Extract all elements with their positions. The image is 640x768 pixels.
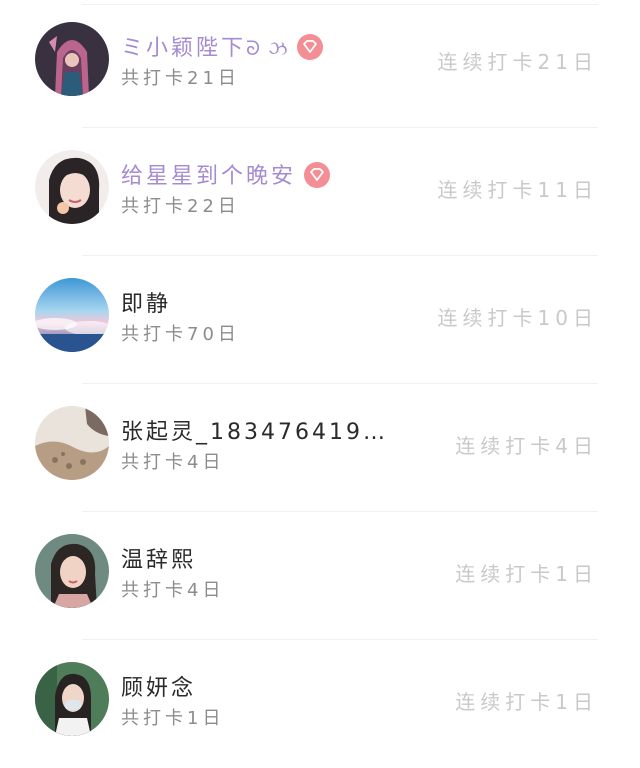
streak-checkins: 连续打卡1日	[455, 690, 598, 714]
avatar-image	[35, 278, 109, 352]
total-checkins: 共打卡1日	[121, 708, 225, 729]
total-checkins: 共打卡4日	[121, 452, 225, 473]
user-name[interactable]: ミ小颖陛下ᘐ ઝ	[121, 30, 323, 62]
list-item[interactable]: 即静 共打卡70日 连续打卡10日	[0, 256, 640, 384]
user-name[interactable]: 张起灵_183476419…	[121, 414, 388, 446]
streak-checkins: 连续打卡21日	[437, 50, 598, 74]
diamond-icon	[296, 34, 323, 60]
avatar[interactable]	[35, 662, 109, 736]
list-item[interactable]: 给星星到个晚安 共打卡22日 连续打卡11日	[0, 128, 640, 256]
avatar-image	[35, 662, 109, 736]
user-name[interactable]: 顾妍念	[121, 670, 196, 702]
avatar[interactable]	[35, 150, 109, 224]
user-name[interactable]: 即静	[121, 286, 171, 318]
streak-checkins: 连续打卡10日	[437, 306, 598, 330]
avatar[interactable]	[35, 22, 109, 96]
total-checkins: 共打卡21日	[121, 68, 240, 89]
user-name-text: ミ小颖陛下	[121, 36, 247, 61]
user-name[interactable]: 给星星到个晚安	[121, 158, 331, 190]
avatar[interactable]	[35, 534, 109, 608]
total-checkins: 共打卡70日	[121, 324, 240, 345]
streak-checkins: 连续打卡1日	[455, 562, 598, 586]
avatar-image	[35, 22, 109, 96]
list-item[interactable]: 温辞熙 共打卡4日 连续打卡1日	[0, 512, 640, 640]
total-checkins: 共打卡22日	[121, 196, 240, 217]
avatar[interactable]	[35, 278, 109, 352]
avatar-image	[35, 150, 109, 224]
name-ornament: ᘐ ઝ	[246, 36, 289, 60]
user-name-text: 给星星到个晚安	[121, 164, 297, 189]
list-item[interactable]: 张起灵_183476419… 共打卡4日 连续打卡4日	[0, 384, 640, 512]
avatar-image	[35, 406, 109, 480]
user-name[interactable]: 温辞熙	[121, 542, 196, 574]
total-checkins: 共打卡4日	[121, 580, 225, 601]
list-item[interactable]: 顾妍念 共打卡1日 连续打卡1日	[0, 640, 640, 768]
streak-checkins: 连续打卡4日	[455, 434, 598, 458]
diamond-icon	[304, 162, 331, 188]
checkin-user-list: ミ小颖陛下ᘐ ઝ 共打卡21日 连续打卡21日 给星星到个晚安 共打卡22日 连…	[0, 0, 640, 747]
streak-checkins: 连续打卡11日	[437, 178, 598, 202]
list-item[interactable]: ミ小颖陛下ᘐ ઝ 共打卡21日 连续打卡21日	[0, 0, 640, 128]
avatar[interactable]	[35, 406, 109, 480]
avatar-image	[35, 534, 109, 608]
